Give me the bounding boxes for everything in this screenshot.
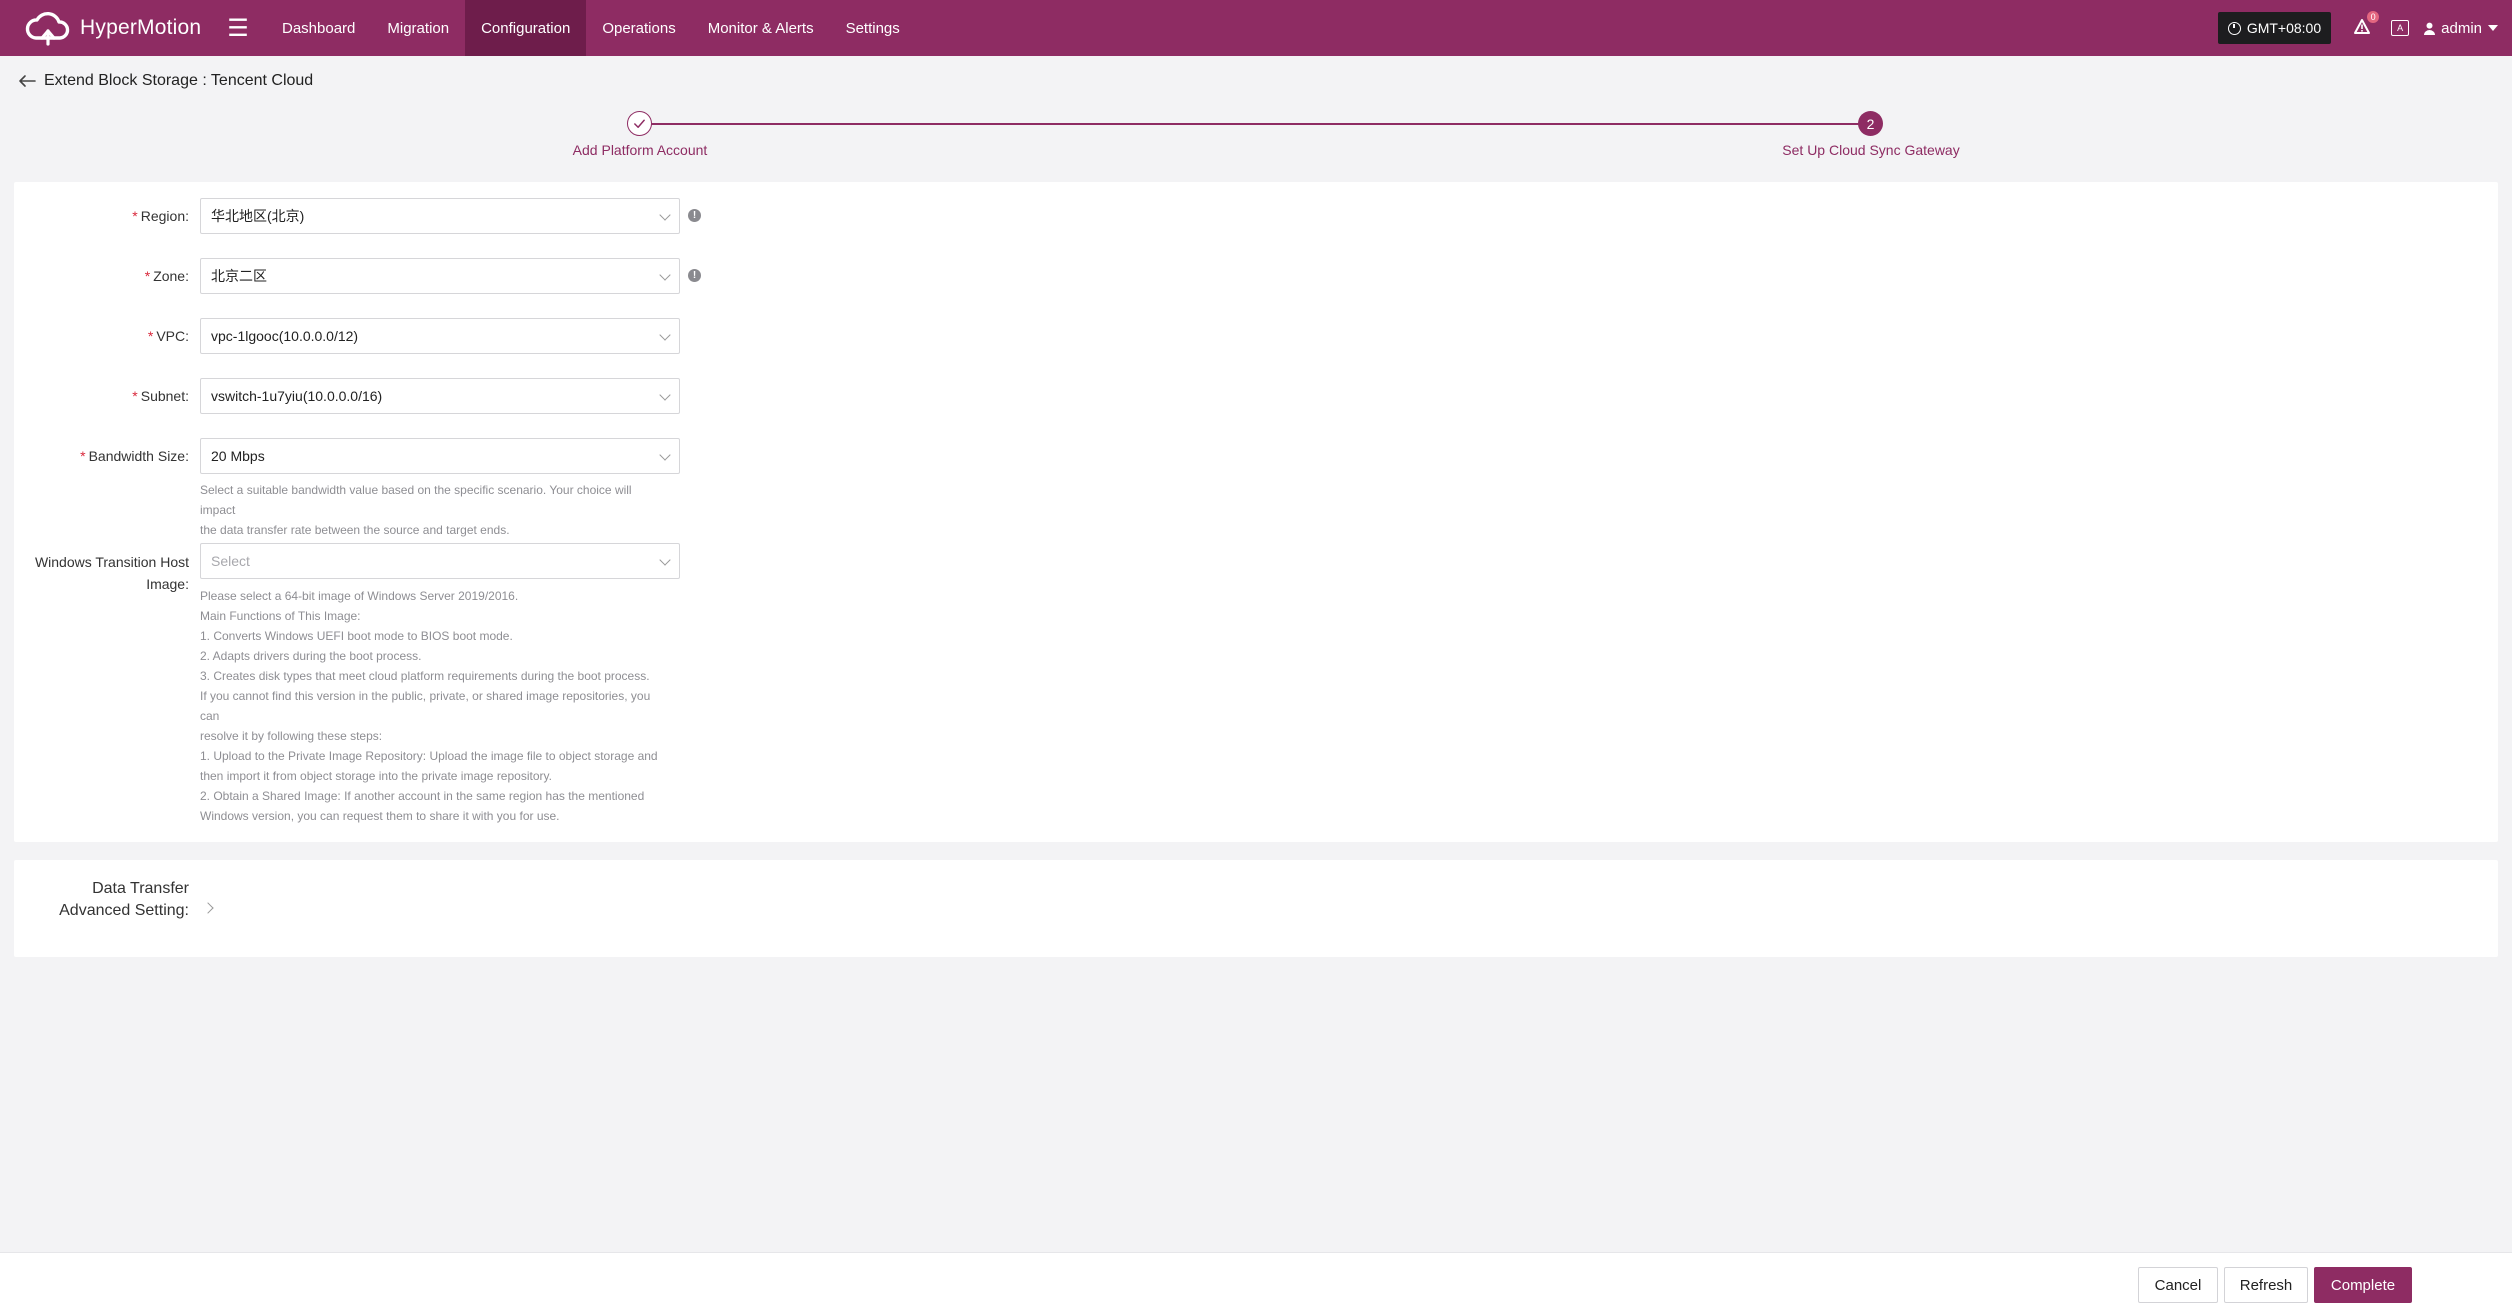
vpc-row: * VPC: vpc-1lgooc(10.0.0.0/12) [14,318,680,354]
advanced-settings-label: Data Transfer Advanced Setting: [59,880,189,919]
step-1-label: Add Platform Account [572,142,708,158]
brand[interactable]: HyperMotion [0,0,210,56]
user-name: admin [2441,19,2482,37]
user-icon [2424,22,2436,35]
brand-name: HyperMotion [80,16,202,39]
bandwidth-select[interactable]: 20 Mbps [200,438,680,474]
advanced-settings-card: Data Transfer Advanced Setting: [14,860,2498,957]
help-line: the data transfer rate between the sourc… [200,523,510,537]
complete-button[interactable]: Complete [2314,1267,2412,1303]
page-title: Extend Block Storage : Tencent Cloud [44,72,314,89]
chevron-right-icon[interactable] [202,902,214,914]
bandwidth-row: * Bandwidth Size: 20 Mbps [14,438,680,474]
vpc-select[interactable]: vpc-1lgooc(10.0.0.0/12) [200,318,680,354]
wizard-steps: Add Platform Account 2 Set Up Cloud Sync… [0,110,2512,165]
step-1-check-icon [627,111,652,136]
back-arrow-icon[interactable] [18,74,36,88]
help-line: Select a suitable bandwidth value based … [200,483,632,517]
subnet-select[interactable]: vswitch-1u7yiu(10.0.0.0/16) [200,378,680,414]
vpc-label: * VPC: [147,328,189,344]
subnet-value: vswitch-1u7yiu(10.0.0.0/16) [211,388,383,404]
main-nav: Dashboard Migration Configuration Operat… [266,0,916,56]
chevron-down-icon [659,389,671,401]
help-line: 1. Converts Windows UEFI boot mode to BI… [200,629,513,643]
step-connector [648,123,1866,125]
zone-row: * Zone: 北京二区 ! [14,258,701,294]
gateway-form-card: * Region: 华北地区(北京) ! * Zone: 北京二区 ! * VPC: … [14,182,2498,842]
help-line: Please select a 64-bit image of Windows … [200,589,519,603]
alert-count-badge: 0 [2367,11,2380,23]
alerts-button[interactable]: 0 [2353,11,2380,38]
zone-select[interactable]: 北京二区 [200,258,680,294]
user-menu[interactable]: admin [2423,20,2498,37]
chevron-down-icon [659,554,671,566]
info-icon[interactable]: ! [688,269,701,282]
page-header: Extend Block Storage : Tencent Cloud [18,72,313,90]
zone-value: 北京二区 [211,268,267,284]
cancel-button[interactable]: Cancel [2138,1267,2218,1303]
windows-image-label: Windows Transition Host Image: [34,554,189,592]
topbar-right: GMT+08:00 0 A admin [2217,0,2512,56]
nav-dashboard[interactable]: Dashboard [266,0,371,56]
bandwidth-label: * Bandwidth Size: [80,448,189,464]
nav-configuration[interactable]: Configuration [465,0,587,56]
refresh-button[interactable]: Refresh [2224,1267,2308,1303]
nav-migration[interactable]: Migration [371,0,465,56]
help-line: If you cannot find this version in the p… [200,689,651,723]
region-label: * Region: [132,208,189,224]
help-line: 2. Adapts drivers during the boot proces… [200,649,422,663]
windows-image-select[interactable]: Select [200,543,680,579]
help-line: Windows version, you can request them to… [200,809,560,823]
chevron-down-icon [659,269,671,281]
nav-monitor-alerts[interactable]: Monitor & Alerts [692,0,830,56]
timezone-button[interactable]: GMT+08:00 [2217,12,2332,44]
chevron-down-icon [2488,25,2498,31]
zone-label: * Zone: [144,268,189,284]
help-line: 2. Obtain a Shared Image: If another acc… [200,789,645,803]
top-navbar: HyperMotion ☰ Dashboard Migration Config… [0,0,2512,56]
help-line: 1. Upload to the Private Image Repositor… [200,749,658,763]
region-row: * Region: 华北地区(北京) ! [14,198,701,234]
chevron-down-icon [659,329,671,341]
bandwidth-help: Select a suitable bandwidth value based … [200,480,670,540]
windows-image-placeholder: Select [211,553,250,569]
help-line: 3. Creates disk types that meet cloud pl… [200,669,650,683]
clock-icon [2227,21,2241,35]
bandwidth-value: 20 Mbps [211,448,265,464]
subnet-row: * Subnet: vswitch-1u7yiu(10.0.0.0/16) [14,378,680,414]
cloud-logo-icon [25,12,70,46]
vpc-value: vpc-1lgooc(10.0.0.0/12) [211,328,359,344]
step-2-number: 2 [1858,111,1883,136]
nav-operations[interactable]: Operations [586,0,691,56]
footer-bar: Cancel Refresh Complete [0,1252,2512,1314]
chevron-down-icon [659,209,671,221]
subnet-label: * Subnet: [132,388,189,404]
help-line: resolve it by following these steps: [200,729,383,743]
timezone-label: GMT+08:00 [2246,20,2322,36]
windows-image-help: Please select a 64-bit image of Windows … [200,586,670,826]
step-2-label: Set Up Cloud Sync Gateway [1782,142,1960,158]
help-line: Main Functions of This Image: [200,609,361,623]
info-icon[interactable]: ! [688,209,701,222]
chevron-down-icon [659,449,671,461]
help-line: then import it from object storage into … [200,769,552,783]
language-icon[interactable]: A [2391,20,2410,36]
nav-settings[interactable]: Settings [830,0,916,56]
region-select[interactable]: 华北地区(北京) [200,198,680,234]
region-value: 华北地区(北京) [211,208,305,224]
menu-toggle-icon[interactable]: ☰ [218,0,258,56]
